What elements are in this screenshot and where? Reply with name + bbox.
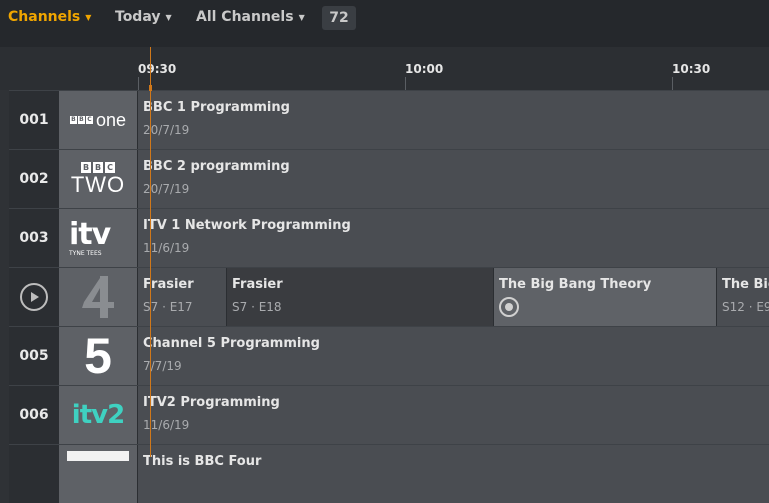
channel-row: Frasier S7 · E17 Frasier S7 · E18 The Bi… xyxy=(9,267,769,326)
time-label: 10:00 xyxy=(405,62,444,76)
chevron-down-icon: ▼ xyxy=(85,12,92,22)
program-cell[interactable]: The Big S12 · E9 xyxy=(716,268,769,326)
time-label: 09:30 xyxy=(138,62,177,76)
top-bar: Channels ▼ Today ▼ All Channels ▼ 72 xyxy=(0,0,769,47)
play-icon xyxy=(31,292,39,302)
channel-number: 005 xyxy=(19,348,49,364)
channel-logo[interactable] xyxy=(59,445,137,503)
channel-row: 002 BBC TWO BBC 2 programming 20/7/19 xyxy=(9,149,769,208)
today-dropdown[interactable]: Today ▼ xyxy=(115,9,172,25)
today-label: Today xyxy=(115,9,161,25)
program-cell[interactable]: ITV2 Programming 11/6/19 xyxy=(137,386,769,444)
program-title: ITV2 Programming xyxy=(143,395,280,410)
program-cell[interactable]: BBC 1 Programming 20/7/19 xyxy=(137,91,769,149)
channel-count-badge: 72 xyxy=(322,6,356,30)
program-cell[interactable]: The Big Bang Theory xyxy=(493,268,716,326)
timeline-tick xyxy=(672,77,673,90)
bbc-one-logo[interactable]: BBC one xyxy=(59,91,137,149)
program-date: 7/7/19 xyxy=(143,359,182,373)
channel-number: 001 xyxy=(19,112,49,128)
program-title: This is BBC Four xyxy=(143,454,262,469)
channel-row: This is BBC Four xyxy=(9,444,769,503)
channel-row: 006 itv2 ITV2 Programming 11/6/19 xyxy=(9,385,769,444)
program-episode: S7 · E18 xyxy=(232,300,282,314)
timeline-tick xyxy=(138,77,139,90)
program-cell[interactable]: Frasier S7 · E18 xyxy=(226,268,493,326)
timeline-header: 09:30 10:00 10:30 xyxy=(0,47,769,90)
channel-play-cell xyxy=(9,268,59,326)
channel-number: 002 xyxy=(19,171,49,187)
time-label: 10:30 xyxy=(672,62,711,76)
program-title: BBC 2 programming xyxy=(143,159,290,174)
bbc-two-logo[interactable]: BBC TWO xyxy=(59,150,137,208)
program-cell[interactable]: BBC 2 programming 20/7/19 xyxy=(137,150,769,208)
chevron-down-icon: ▼ xyxy=(165,12,172,22)
program-title: Frasier xyxy=(232,277,283,292)
program-title: The Big xyxy=(722,277,769,292)
channel-5-logo[interactable]: 5 xyxy=(59,327,137,385)
program-title: BBC 1 Programming xyxy=(143,100,290,115)
channel-row: 003 itv TYNE TEES ITV 1 Network Programm… xyxy=(9,208,769,267)
program-cell[interactable]: Channel 5 Programming 7/7/19 xyxy=(137,327,769,385)
itv-tyne-tees-logo[interactable]: itv TYNE TEES xyxy=(59,209,137,267)
play-button[interactable] xyxy=(20,283,48,311)
program-title: The Big Bang Theory xyxy=(499,277,652,292)
all-channels-dropdown[interactable]: All Channels ▼ xyxy=(196,9,305,25)
chevron-down-icon: ▼ xyxy=(298,12,305,22)
current-time-indicator xyxy=(149,47,152,457)
all-channels-label: All Channels xyxy=(196,9,294,25)
channel-4-icon xyxy=(82,276,114,318)
channel-4-logo[interactable] xyxy=(59,268,137,326)
channel-number xyxy=(9,445,59,503)
program-cell[interactable]: ITV 1 Network Programming 11/6/19 xyxy=(137,209,769,267)
channel-row: 005 5 Channel 5 Programming 7/7/19 xyxy=(9,326,769,385)
channel-number: 003 xyxy=(19,230,49,246)
channels-dropdown[interactable]: Channels ▼ xyxy=(8,9,91,25)
timeline-tick xyxy=(405,77,406,90)
program-episode: S12 · E9 xyxy=(722,300,769,314)
channel-number: 006 xyxy=(19,407,49,423)
channel-row: 001 BBC one BBC 1 Programming 20/7/19 xyxy=(9,90,769,149)
program-title: Channel 5 Programming xyxy=(143,336,320,351)
channels-label: Channels xyxy=(8,9,81,25)
program-title: ITV 1 Network Programming xyxy=(143,218,351,233)
program-cell[interactable]: This is BBC Four xyxy=(137,445,769,503)
itv2-logo[interactable]: itv2 xyxy=(59,386,137,444)
record-icon[interactable] xyxy=(499,297,519,317)
